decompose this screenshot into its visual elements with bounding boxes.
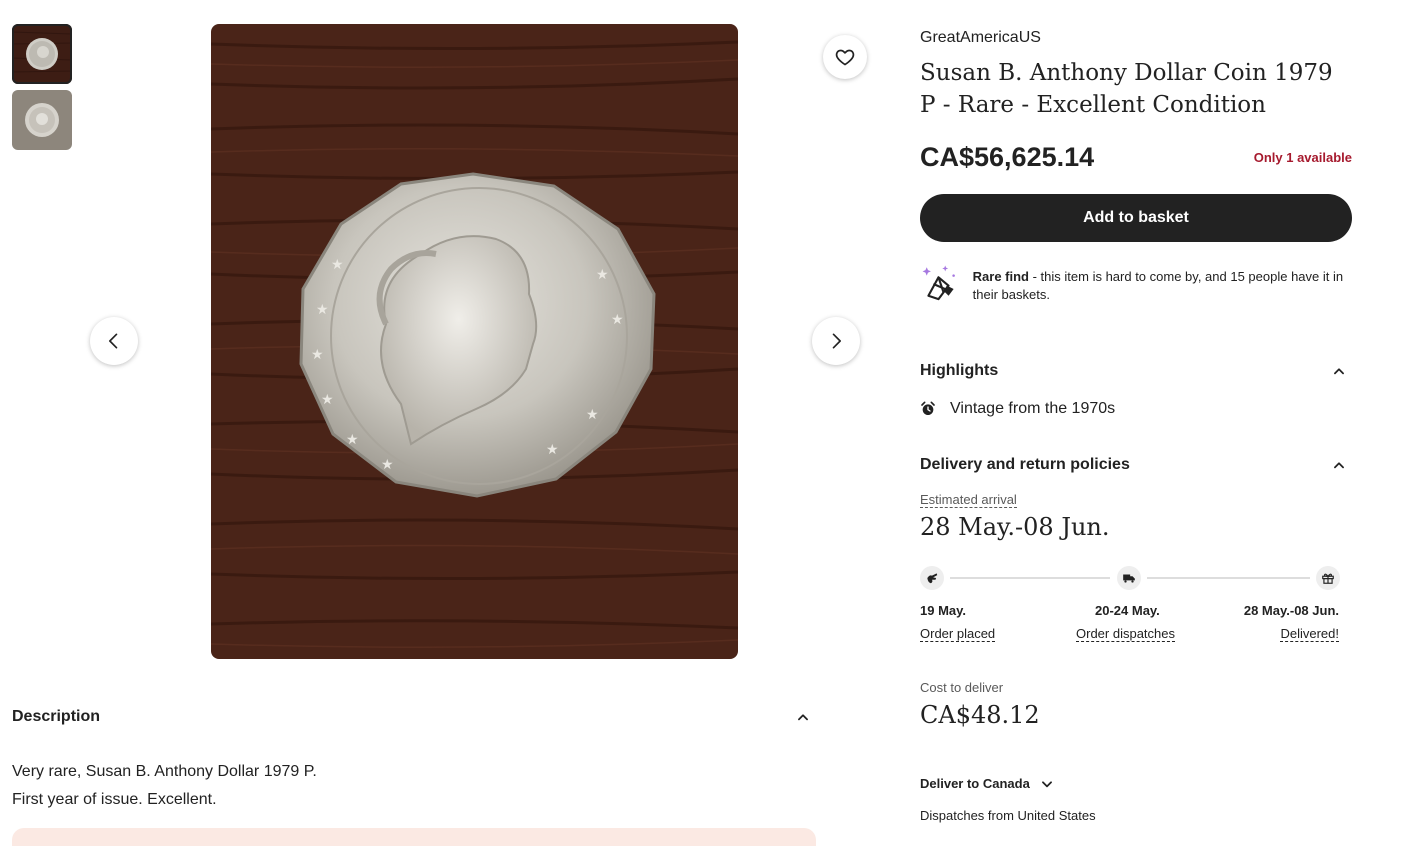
deliver-to-dropdown[interactable]: Deliver to Canada bbox=[920, 776, 1054, 791]
timeline-line bbox=[1147, 577, 1310, 579]
description-line: Very rare, Susan B. Anthony Dollar 1979 … bbox=[12, 763, 317, 780]
highlights-title: Highlights bbox=[920, 362, 999, 379]
chevron-right-icon bbox=[832, 333, 841, 349]
chevron-up-icon bbox=[798, 714, 808, 721]
deliver-to-label: Deliver to Canada bbox=[920, 776, 1030, 791]
listing-title: Susan B. Anthony Dollar Coin 1979 P - Ra… bbox=[920, 60, 1333, 118]
heart-icon bbox=[835, 49, 855, 66]
shop-name-link[interactable]: GreatAmericaUS bbox=[920, 29, 1041, 47]
description-body: Very rare, Susan B. Anthony Dollar 1979 … bbox=[12, 758, 317, 814]
svg-text:★: ★ bbox=[381, 457, 394, 473]
rare-find-detail: - this item is hard to come by, and 15 p… bbox=[972, 269, 1344, 302]
svg-text:★: ★ bbox=[596, 267, 609, 283]
coin-thumbnail-image bbox=[12, 24, 72, 84]
previous-image-button[interactable] bbox=[90, 317, 138, 365]
svg-text:★: ★ bbox=[321, 392, 334, 408]
cost-to-deliver-value: CA$48.12 bbox=[920, 701, 1040, 729]
main-product-image[interactable]: ★ ★ ★ ★ ★ ★ ★ ★ ★ ★ bbox=[211, 24, 738, 659]
svg-text:★: ★ bbox=[311, 347, 324, 363]
thumbnail-list bbox=[12, 24, 72, 156]
chevron-up-icon bbox=[1334, 462, 1344, 469]
diamond-icon bbox=[922, 265, 955, 301]
svg-text:★: ★ bbox=[346, 432, 359, 448]
promo-banner bbox=[12, 828, 816, 846]
rare-find-notice: Rare find - this item is hard to come by… bbox=[920, 262, 1352, 306]
timeline-step-delivered bbox=[1316, 566, 1340, 590]
svg-text:★: ★ bbox=[546, 442, 559, 458]
dispatches-from: Dispatches from United States bbox=[920, 808, 1096, 823]
chevron-up-icon bbox=[1334, 368, 1344, 375]
delivery-timeline bbox=[920, 566, 1340, 590]
highlight-text: Vintage from the 1970s bbox=[950, 400, 1116, 417]
delivered-link[interactable]: Delivered! bbox=[1280, 626, 1339, 642]
highlight-item: Vintage from the 1970s bbox=[920, 400, 1115, 418]
next-image-button[interactable] bbox=[812, 317, 860, 365]
order-placed-link[interactable]: Order placed bbox=[920, 626, 996, 642]
timeline-line bbox=[950, 577, 1110, 579]
delivery-policies-toggle[interactable]: Delivery and return policies bbox=[920, 456, 1352, 474]
gift-icon bbox=[1322, 573, 1334, 584]
description-title: Description bbox=[12, 708, 101, 725]
description-line: First year of issue. Excellent. bbox=[12, 791, 217, 808]
hand-icon bbox=[927, 573, 938, 584]
description-toggle[interactable]: Description bbox=[12, 708, 816, 726]
timeline-step-dispatch bbox=[1117, 566, 1141, 590]
svg-text:★: ★ bbox=[316, 302, 329, 318]
timeline-step-placed bbox=[920, 566, 944, 590]
estimated-arrival-date: 28 May.-08 Jun. bbox=[920, 513, 1110, 541]
chevron-left-icon bbox=[109, 333, 118, 349]
coin-thumbnail-image bbox=[12, 90, 72, 150]
thumbnail-2[interactable] bbox=[12, 90, 72, 150]
favorite-button[interactable] bbox=[823, 35, 867, 79]
highlights-toggle[interactable]: Highlights bbox=[920, 362, 1352, 380]
svg-text:★: ★ bbox=[331, 257, 344, 273]
cost-to-deliver-label: Cost to deliver bbox=[920, 680, 1004, 695]
timeline-date: 20-24 May. bbox=[1095, 603, 1160, 618]
svg-text:★: ★ bbox=[611, 312, 624, 328]
order-dispatches-link[interactable]: Order dispatches bbox=[1076, 626, 1175, 642]
svg-text:★: ★ bbox=[586, 407, 599, 423]
rare-find-text: Rare find - this item is hard to come by… bbox=[973, 268, 1352, 306]
coin-photo: ★ ★ ★ ★ ★ ★ ★ ★ ★ ★ bbox=[211, 24, 738, 659]
stock-badge: Only 1 available bbox=[1253, 150, 1352, 165]
alarm-clock-icon bbox=[921, 401, 935, 415]
rare-find-label: Rare find bbox=[972, 269, 1029, 284]
add-to-basket-button[interactable]: Add to basket bbox=[920, 194, 1352, 242]
timeline-date: 28 May.-08 Jun. bbox=[1243, 603, 1339, 618]
price: CA$56,625.14 bbox=[920, 142, 1095, 172]
delivery-policies-title: Delivery and return policies bbox=[920, 456, 1130, 473]
thumbnail-1[interactable] bbox=[12, 24, 72, 84]
truck-icon bbox=[1123, 574, 1135, 583]
chevron-down-icon bbox=[1041, 780, 1052, 787]
estimated-arrival-label[interactable]: Estimated arrival bbox=[920, 492, 1017, 508]
timeline-date: 19 May. bbox=[920, 603, 967, 618]
